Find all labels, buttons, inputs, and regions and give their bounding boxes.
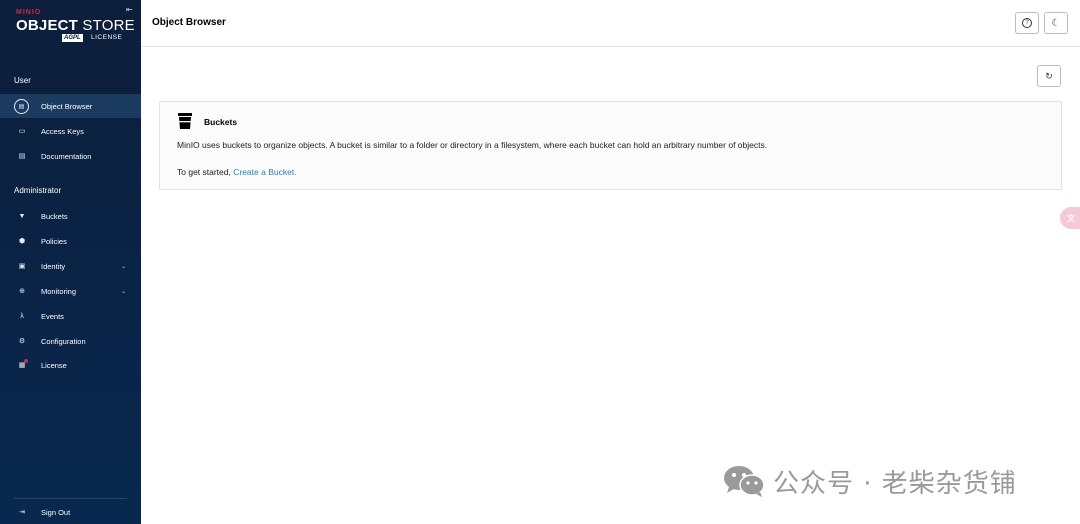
logo-title: OBJECT STORE	[16, 17, 135, 34]
watermark: 公众号 · 老柴杂货铺	[723, 463, 1017, 499]
sidebar-item-configuration[interactable]: ⚙ Configuration	[0, 329, 141, 353]
sidebar-divider	[14, 498, 127, 499]
sidebar-item-label: License	[41, 360, 67, 370]
help-icon: ?	[1022, 18, 1032, 28]
lambda-icon: λ	[20, 312, 24, 320]
buckets-info-box: Buckets MinIO uses buckets to organize o…	[159, 101, 1062, 190]
object-browser-icon: ▤	[14, 98, 29, 114]
refresh-icon: ↻	[1045, 70, 1053, 81]
sidebar-item-object-browser[interactable]: ▤ Object Browser	[0, 94, 141, 118]
identity-icon: ▣	[18, 263, 26, 270]
logo-title-light: STORE	[78, 17, 135, 34]
monitoring-icon: ⊕	[19, 288, 25, 295]
sidebar-item-label: Documentation	[41, 151, 92, 161]
sidebar-item-events[interactable]: λ Events	[0, 304, 141, 328]
sidebar-item-documentation[interactable]: ▤ Documentation	[0, 144, 141, 168]
sidebar-item-label: Identity	[41, 261, 66, 271]
app-root: MINIO OBJECT STORE AGPL LICENSE ⇤ User ▤…	[0, 0, 1080, 524]
translate-widget[interactable]: 文	[1060, 207, 1080, 229]
sidebar: MINIO OBJECT STORE AGPL LICENSE ⇤ User ▤…	[0, 0, 141, 524]
refresh-button[interactable]: ↻	[1037, 65, 1061, 87]
collapse-sidebar-icon[interactable]: ⇤	[126, 5, 133, 14]
access-keys-icon: ▭	[18, 128, 26, 135]
logo-license: LICENSE	[91, 34, 123, 41]
chevron-down-icon: ⌄	[120, 288, 126, 295]
license-icon: ▦	[17, 359, 28, 370]
policies-icon: ⬢	[18, 238, 26, 245]
section-user: User	[14, 76, 31, 85]
get-started-prefix: To get started,	[177, 167, 234, 177]
sidebar-item-buckets[interactable]: ▼ Buckets	[0, 204, 141, 228]
sidebar-item-policies[interactable]: ⬢ Policies	[0, 229, 141, 253]
logo-edition: AGPL	[62, 34, 83, 42]
documentation-icon: ▤	[18, 153, 26, 160]
page-header: Object Browser ? ☾	[141, 0, 1080, 47]
sign-out-icon: ⇥	[19, 509, 25, 516]
minio-logo[interactable]: MINIO OBJECT STORE AGPL LICENSE	[16, 8, 135, 44]
dark-mode-button[interactable]: ☾	[1044, 12, 1068, 34]
moon-icon: ☾	[1051, 17, 1061, 29]
sidebar-item-label: Monitoring	[41, 286, 77, 296]
create-bucket-link[interactable]: Create a Bucket.	[233, 167, 296, 177]
sidebar-item-label: Policies	[41, 236, 67, 246]
sidebar-item-monitoring[interactable]: ⊕ Monitoring ⌄	[0, 279, 141, 303]
help-button[interactable]: ?	[1015, 12, 1039, 34]
sidebar-item-label: Access Keys	[41, 126, 84, 136]
sidebar-item-access-keys[interactable]: ▭ Access Keys	[0, 119, 141, 143]
logo-brand: MINIO	[16, 9, 42, 16]
watermark-text: 公众号 · 老柴杂货铺	[773, 468, 1017, 499]
sidebar-item-label: Object Browser	[41, 101, 93, 111]
sidebar-item-identity[interactable]: ▣ Identity ⌄	[0, 254, 141, 278]
wechat-icon	[724, 466, 765, 497]
gear-icon: ⚙	[18, 338, 26, 345]
bucket-icon	[178, 113, 192, 129]
box-description: MinIO uses buckets to organize objects. …	[177, 140, 768, 150]
sidebar-item-license[interactable]: ▦ License	[0, 353, 141, 377]
buckets-icon: ▼	[18, 212, 26, 220]
translate-icon: 文	[1067, 213, 1075, 223]
page-title: Object Browser	[152, 17, 226, 28]
sign-out-label: Sign Out	[41, 507, 71, 517]
get-started-text: To get started, Create a Bucket.	[177, 167, 297, 177]
section-administrator: Administrator	[14, 186, 62, 195]
chevron-down-icon: ⌄	[120, 263, 126, 270]
sidebar-item-label: Buckets	[41, 211, 68, 221]
sidebar-item-label: Events	[41, 311, 64, 321]
logo-title-bold: OBJECT	[16, 17, 79, 34]
sign-out-button[interactable]: ⇥ Sign Out	[0, 500, 141, 524]
box-title: Buckets	[204, 117, 238, 127]
sidebar-item-label: Configuration	[41, 336, 86, 346]
